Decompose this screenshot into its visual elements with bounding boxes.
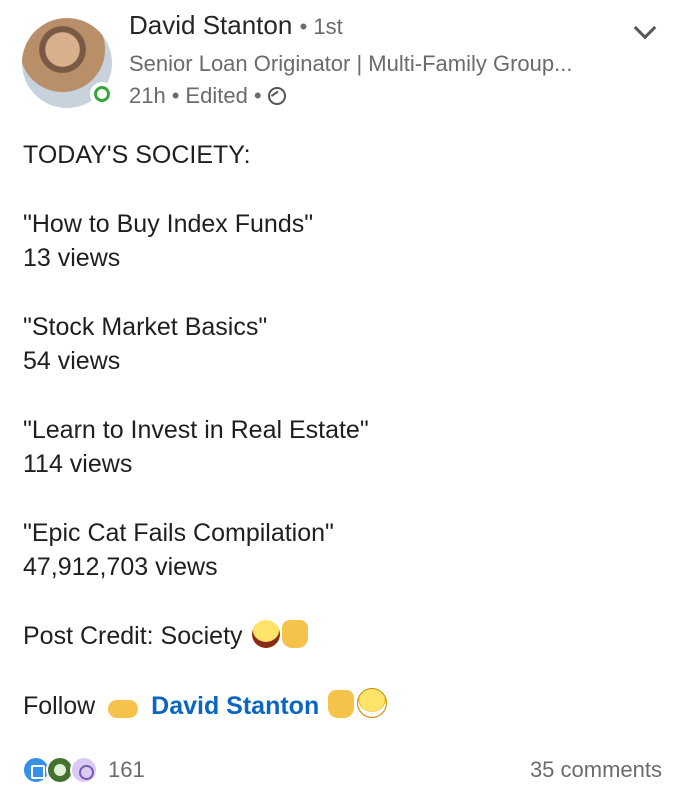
author-avatar-wrap[interactable] [22,18,114,108]
video-views: 13 views [23,244,121,272]
connection-degree: 1st [313,14,343,39]
post-intro: TODAY'S SOCIETY: [23,141,251,169]
laughing-emoji-icon [252,620,281,648]
post-credit: Post Credit: Society [23,619,663,653]
post-footer: 161 35 comments [22,752,662,788]
comments-count-link[interactable]: 35 comments [530,757,662,783]
curious-icon [70,756,98,784]
video-views: 114 views [23,450,133,478]
follow-line: Follow David Stanton [23,688,663,723]
video-title: "Stock Market Basics" [23,313,268,341]
follow-text: Follow [23,692,96,720]
video-title: "Learn to Invest in Real Estate" [23,416,369,444]
author-mention-link[interactable]: David Stanton [151,692,319,720]
credit-text: Post Credit: Society [23,622,243,650]
grinning-emoji-icon [357,688,388,718]
globe-icon [267,87,286,105]
ok-hand-emoji-icon [282,620,309,648]
video-title: "How to Buy Index Funds" [23,210,314,238]
meta-separator: • [253,83,262,108]
chevron-down-icon[interactable] [633,18,657,42]
author-headline: Senior Loan Originator | Multi-Family Gr… [129,51,573,76]
video-views: 47,912,703 views [23,553,218,581]
reaction-count: 161 [108,757,145,782]
video-title: "Epic Cat Fails Compilation" [23,519,334,547]
author-name[interactable]: David Stanton [129,10,292,40]
post-meta: 21h • Edited • [129,83,286,109]
author-name-row: David Stanton • 1st [129,10,343,41]
post-time: 21h [129,83,166,108]
meta-separator: • [171,83,180,108]
victory-hand-emoji-icon [328,690,355,718]
reaction-summary[interactable]: 161 [22,756,145,784]
pointing-hand-emoji-icon [108,700,139,718]
degree-separator: • [299,14,314,39]
post-header: David Stanton • 1st Senior Loan Originat… [0,0,683,120]
video-views: 54 views [23,347,121,375]
edited-label: Edited [185,83,248,108]
post-body: TODAY'S SOCIETY: "How to Buy Index Funds… [23,138,663,723]
online-status-icon [90,82,114,106]
